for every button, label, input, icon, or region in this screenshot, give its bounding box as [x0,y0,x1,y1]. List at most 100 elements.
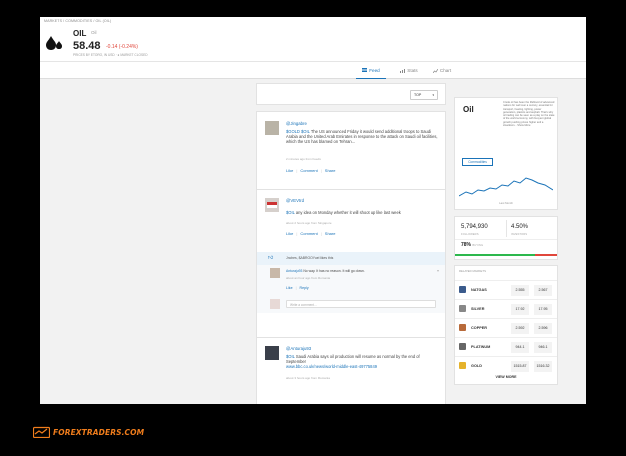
post-actions: Like | Comment | Share [286,231,336,236]
asset-name: OIL [73,29,87,38]
avatar[interactable] [265,346,279,360]
share-button[interactable]: Share [325,168,336,173]
stats-icon [400,68,406,73]
post-body: Saudi Arabia says oil production will re… [286,354,420,365]
reply-button[interactable]: Reply [300,286,309,290]
reply-actions: Like | Reply [286,286,309,290]
silver-icon [459,305,466,312]
buying-value: 78% [461,242,472,248]
sell-price[interactable]: 2.555 [511,285,529,296]
oil-drop-icon [46,36,62,50]
post-actions: Like | Comment | Share [286,168,336,173]
avatar [270,299,280,309]
forextraders-logo: FOREXTRADERS.COM [33,425,144,439]
post-text: $OIL any idea on Monday whether it will … [286,210,440,215]
reply-body: No way. It has no reason. It will go dow… [303,269,365,273]
post-meta: 2 minutes ago from Feeds [286,157,321,161]
avatar[interactable] [270,268,280,278]
market-row-copper[interactable]: COPPER 2.592 2.596 [455,318,557,337]
like-button[interactable]: Like [286,231,293,236]
buy-price[interactable]: 946.1 [534,342,552,353]
market-name: COPPER [471,326,488,330]
tab-chart[interactable]: Chart [428,62,456,79]
feed-post: @Anturaju93 $OIL Saudi Arabia says oil p… [256,337,446,404]
sell-price[interactable]: 2.592 [511,323,529,334]
forextraders-logo-icon [33,426,50,438]
post-body: any idea on Monday whether it will shoot… [295,210,401,215]
asset-description: Crude oil has been the lifeblood of adva… [503,101,555,128]
related-markets-title: RELATED MARKETS [459,269,486,273]
market-name: PLATINUM [471,345,491,349]
feed-icon [362,68,368,72]
related-markets-card: RELATED MARKETS NATGAS 2.555 2.567 SILVER 17… [454,265,558,385]
sell-price[interactable]: 17.92 [511,304,529,315]
asset-header: MARKETS / COMMODITIES / OIL (OIL) OIL Oi… [40,17,586,61]
tab-stats-label: Stats [407,68,418,73]
close-icon[interactable]: ▾ [437,268,439,273]
followers-label: FOLLOWERS [461,232,479,236]
avatar[interactable] [265,121,279,135]
breadcrumb[interactable]: MARKETS / COMMODITIES / OIL (OIL) [44,19,111,23]
asset-code: Oil [91,30,97,35]
investors-count: 4.50% [511,224,529,230]
like-button[interactable]: Like [286,286,293,290]
comment-button[interactable]: Comment [300,168,317,173]
post-username[interactable]: @Anturaju93 [286,346,311,351]
avatar[interactable] [265,198,279,212]
gold-icon [459,362,466,369]
tab-chart-label: Chart [439,68,452,73]
post-tag[interactable]: $OIL [286,210,295,215]
feed-post: @Jingabre $GOLD $OIL The US announced Fr… [256,111,446,200]
buying-percent: 78% BUYING [461,242,483,248]
market-row-silver[interactable]: SILVER 17.92 17.95 [455,299,557,318]
post-username[interactable]: @VEVtrd [286,198,304,203]
share-button[interactable]: Share [325,231,336,236]
post-link[interactable]: www.bbc.co.uk/news/world-middle-east-497… [286,364,377,369]
market-status: PRICES BY ETORO, IN USD · ● MARKET CLOSE… [73,53,148,57]
sell-price[interactable]: 1515.87 [511,361,529,372]
comment-button[interactable]: Comment [300,231,317,236]
post-meta: about 2 hours ago from Singapore [286,221,332,225]
divider [506,220,507,237]
view-more-button[interactable]: VIEW MORE [455,375,557,379]
likes-row: 👍︎ Jnches, $ABROOYuel likes this [257,252,445,265]
investors-label: INVESTORS [511,232,528,236]
market-name: GOLD [471,364,482,368]
commodities-button[interactable]: Commodities [462,158,493,166]
buy-price[interactable]: 1516.32 [534,361,552,372]
asset-info-title: Oil [463,105,474,114]
reply-username[interactable]: Anturaju93 [286,269,302,273]
market-row-gold[interactable]: GOLD 1515.87 1516.32 [455,356,557,375]
buy-price[interactable]: 2.567 [534,285,552,296]
price-sparkline[interactable] [459,172,553,200]
avatar-image [267,202,277,208]
buying-label: BUYING [472,243,484,247]
sell-price[interactable]: 944.1 [511,342,529,353]
tab-feed-label: Feed [369,67,380,73]
tab-stats[interactable]: Stats [396,62,422,79]
comment-thread: Anturaju93 No way. It has no reason. It … [257,265,445,313]
comment-input[interactable]: Write a comment... [286,300,436,308]
sentiment-bar-buy [455,254,535,256]
like-button[interactable]: Like [286,168,293,173]
asset-change: -0.14 (-0.24%) [106,44,138,50]
chart-icon [432,68,438,73]
post-meta: about 3 hours ago from Romania [286,376,330,380]
sort-select[interactable]: TOP ▾ [410,90,438,100]
buy-price[interactable]: 17.95 [534,304,552,315]
sort-select-value: TOP [414,93,422,97]
followers-count: 5,794,930 [461,224,488,230]
tab-feed[interactable]: Feed [356,62,386,79]
app-window: MARKETS / COMMODITIES / OIL (OIL) OIL Oi… [40,17,586,404]
thumbs-up-icon: 👍︎ [268,255,274,261]
market-row-platinum[interactable]: PLATINUM 944.1 946.1 [455,337,557,356]
likes-text[interactable]: Jnches, $ABROOYuel likes this [286,256,333,260]
market-row-natgas[interactable]: NATGAS 2.555 2.567 [455,280,557,299]
post-text: $OIL Saudi Arabia says oil production wi… [286,354,440,370]
reply-meta: about an hour ago from Romania [286,276,331,280]
buy-price[interactable]: 2.596 [534,323,552,334]
post-username[interactable]: @Jingabre [286,121,307,126]
reply-text: Anturaju93 No way. It has no reason. It … [286,269,365,273]
chevron-down-icon: ▾ [432,93,434,97]
natgas-icon [459,286,466,293]
